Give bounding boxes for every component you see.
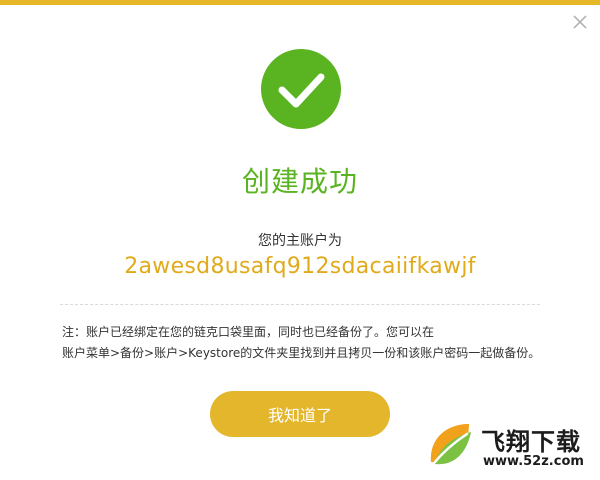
check-circle-icon [261, 49, 341, 129]
dashed-divider [60, 304, 540, 305]
note-line-2: 账户菜单>备份>账户>Keystore的文件夹里找到并且拷贝一份和该账户密码一起… [62, 346, 541, 360]
account-label: 您的主账户为 [258, 233, 342, 249]
watermark: 飞翔下载 www.52z.com [425, 418, 595, 474]
account-id: 2awesd8usafq912sdacaiifkawjf [124, 254, 476, 279]
leaf-logo-icon [430, 424, 471, 465]
note-line-1: 注：账户已经绑定在您的链克口袋里面，同时也已经备份了。您可以在 [62, 325, 435, 339]
backup-note: 注：账户已经绑定在您的链克口袋里面，同时也已经备份了。您可以在 账户菜单>备份>… [62, 322, 542, 364]
watermark-url: www.52z.com [483, 454, 584, 469]
success-indicator [261, 49, 341, 129]
top-accent-bar [0, 0, 600, 5]
confirm-button[interactable]: 我知道了 [210, 391, 390, 437]
watermark-brand: 飞翔下载 [481, 428, 581, 456]
dialog-title: 创建成功 [241, 165, 358, 198]
close-icon [573, 15, 587, 29]
close-button[interactable] [570, 12, 590, 32]
